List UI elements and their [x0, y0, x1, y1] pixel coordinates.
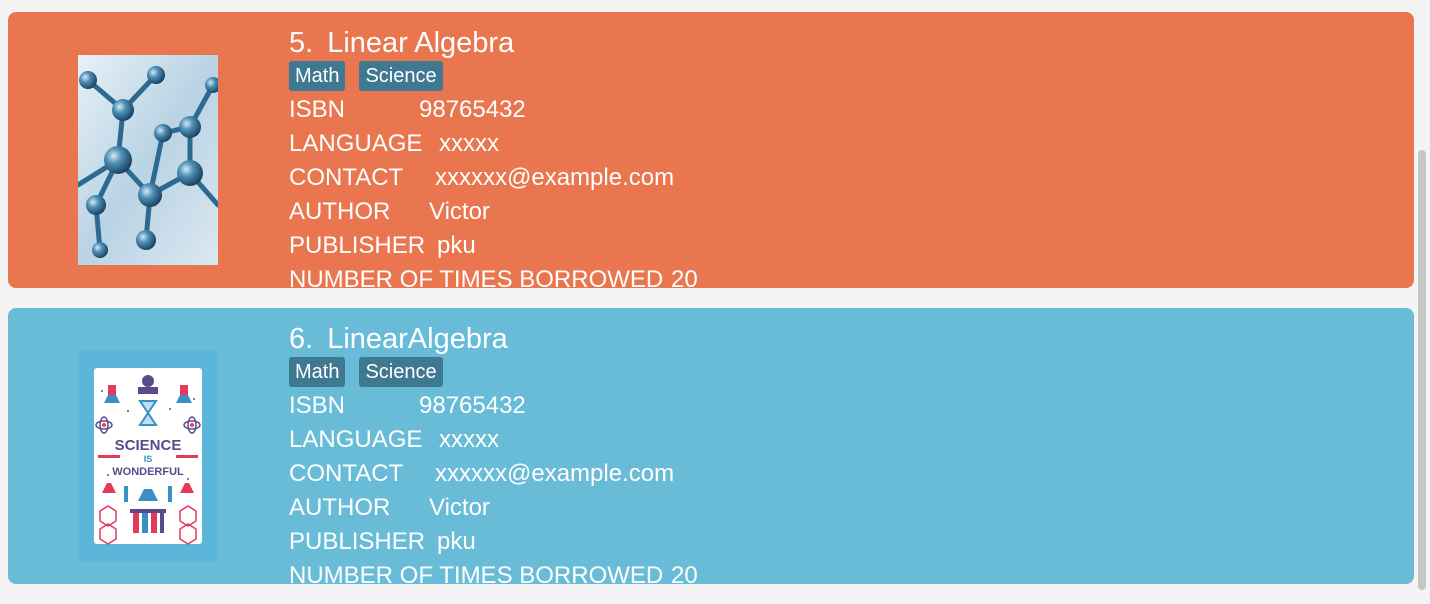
tag-list: Math Science [289, 61, 698, 93]
author-value: Victor [429, 198, 490, 225]
book-card[interactable]: 5. Linear Algebra Math Science ISBN 987654… [8, 12, 1414, 288]
isbn-label: ISBN [289, 96, 346, 123]
contact-row: CONTACT xxxxxx@example.com [289, 161, 698, 195]
isbn-row: ISBN 98765432 [289, 93, 698, 127]
isbn-label: ISBN [289, 392, 346, 419]
publisher-label: PUBLISHER [289, 232, 426, 259]
publisher-row: PUBLISHER pku [289, 229, 698, 263]
borrowed-row: NUMBER OF TIMES BORROWED 20 [289, 263, 698, 288]
contact-label: CONTACT [289, 164, 404, 191]
isbn-row: ISBN 98765432 [289, 389, 698, 423]
author-row: AUTHOR Victor [289, 491, 698, 525]
publisher-row: PUBLISHER pku [289, 525, 698, 559]
author-value: Victor [429, 494, 490, 521]
scrollbar-thumb[interactable] [1418, 150, 1426, 590]
book-cover-molecule [75, 55, 221, 265]
book-cover-science: SCIENCE IS WONDERFUL [78, 351, 218, 561]
poster-text-is: IS [144, 454, 153, 464]
author-label: AUTHOR [289, 494, 391, 521]
borrowed-value: 20 [671, 266, 698, 288]
science-poster-image: SCIENCE IS WONDERFUL [78, 351, 218, 561]
contact-row: CONTACT xxxxxx@example.com [289, 457, 698, 491]
book-title: 6. LinearAlgebra [289, 322, 698, 356]
vertical-scrollbar[interactable] [1414, 0, 1430, 598]
book-title: 5. Linear Algebra [289, 26, 698, 60]
borrowed-row: NUMBER OF TIMES BORROWED 20 [289, 559, 698, 584]
publisher-value: pku [437, 232, 476, 259]
contact-value: xxxxxx@example.com [435, 164, 675, 191]
book-card[interactable]: SCIENCE IS WONDERFUL 6. LinearAlgebra Ma… [8, 308, 1414, 584]
language-label: LANGUAGE [289, 130, 423, 157]
publisher-label: PUBLISHER [289, 528, 426, 555]
book-index: 5. [289, 27, 314, 59]
language-row: LANGUAGE xxxxx [289, 127, 698, 161]
contact-label: CONTACT [289, 460, 404, 487]
book-index: 6. [289, 323, 314, 355]
borrowed-label: NUMBER OF TIMES BORROWED [289, 266, 664, 288]
author-label: AUTHOR [289, 198, 391, 225]
author-row: AUTHOR Victor [289, 195, 698, 229]
book-info: 6. LinearAlgebra Math Science ISBN 9876543… [289, 322, 698, 584]
molecule-structure-image [75, 55, 221, 265]
language-value: xxxxx [439, 426, 499, 453]
isbn-value: 98765432 [419, 392, 526, 419]
tag-math[interactable]: Math [289, 357, 346, 387]
borrowed-label: NUMBER OF TIMES BORROWED [289, 562, 664, 584]
tag-list: Math Science [289, 357, 698, 389]
tag-math[interactable]: Math [289, 61, 346, 91]
tag-science[interactable]: Science [359, 61, 443, 91]
publisher-value: pku [437, 528, 476, 555]
language-row: LANGUAGE xxxxx [289, 423, 698, 457]
language-value: xxxxx [439, 130, 499, 157]
contact-value: xxxxxx@example.com [435, 460, 675, 487]
book-info: 5. Linear Algebra Math Science ISBN 987654… [289, 26, 698, 288]
isbn-value: 98765432 [419, 96, 526, 123]
poster-text-science: SCIENCE [115, 437, 182, 454]
book-list: 5. Linear Algebra Math Science ISBN 987654… [8, 12, 1414, 604]
language-label: LANGUAGE [289, 426, 423, 453]
book-title-text: Linear Algebra [327, 27, 515, 59]
book-title-text: LinearAlgebra [327, 323, 508, 355]
borrowed-value: 20 [671, 562, 698, 584]
tag-science[interactable]: Science [359, 357, 443, 387]
poster-text-wonderful: WONDERFUL [112, 466, 184, 478]
